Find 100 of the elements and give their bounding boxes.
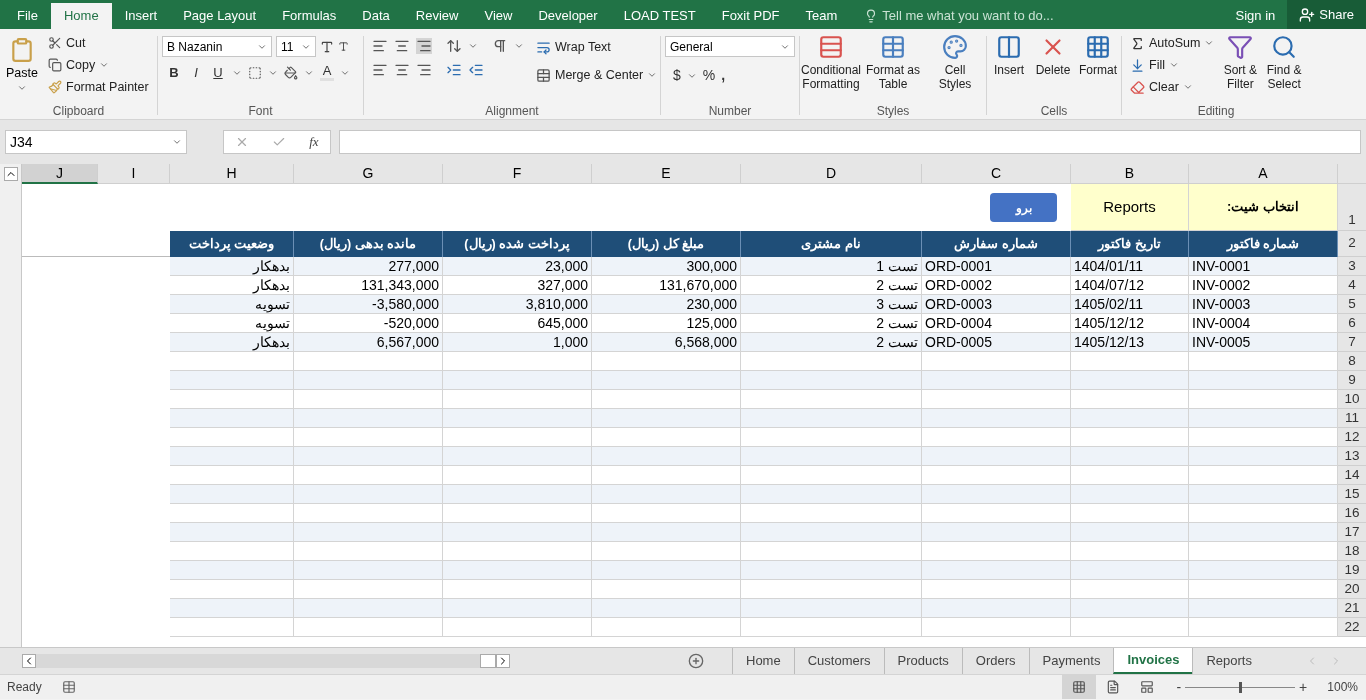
cells-button[interactable]: Insert [987, 32, 1031, 100]
row-header[interactable]: 1 [1338, 184, 1366, 231]
insert-function-button[interactable]: fx [309, 132, 319, 152]
row-header[interactable]: 6 [1338, 314, 1366, 333]
currency-button[interactable]: $ [673, 65, 681, 86]
orientation-icon[interactable] [446, 38, 462, 54]
add-sheet-icon[interactable] [688, 653, 704, 669]
shrink-font-icon[interactable] [338, 41, 349, 52]
zoom-in-button[interactable]: + [1295, 676, 1312, 698]
go-button[interactable]: برو [990, 193, 1057, 222]
column-header[interactable]: G [294, 164, 443, 184]
middle-align-icon[interactable] [394, 38, 410, 54]
zoom-slider[interactable] [1185, 681, 1296, 693]
column-header[interactable]: E [592, 164, 741, 184]
font-color-button[interactable]: A [320, 64, 334, 82]
row-header[interactable]: 18 [1338, 542, 1366, 561]
menu-tab[interactable]: Developer [525, 3, 611, 29]
paste-button[interactable]: Paste [0, 32, 44, 102]
italic-button[interactable]: I [188, 63, 204, 83]
menu-tab[interactable]: Review [402, 3, 472, 29]
clear-button[interactable]: Clear [1126, 76, 1219, 98]
scroll-right-icon[interactable] [496, 654, 510, 668]
row-header[interactable]: 14 [1338, 466, 1366, 485]
row-header[interactable]: 20 [1338, 580, 1366, 599]
row-header[interactable]: 19 [1338, 561, 1366, 580]
top-align-icon[interactable] [372, 38, 388, 54]
page-break-view-icon[interactable] [1140, 680, 1155, 694]
column-header[interactable]: H [170, 164, 294, 184]
row-header[interactable]: 17 [1338, 523, 1366, 542]
row-header[interactable]: 13 [1338, 447, 1366, 466]
menu-tab[interactable]: File [4, 3, 51, 29]
row-header[interactable]: 21 [1338, 599, 1366, 618]
share-button[interactable]: Share [1287, 0, 1366, 29]
autosum-button[interactable]: AutoSum [1126, 32, 1219, 54]
format-painter-button[interactable]: Format Painter [44, 76, 153, 98]
row-header[interactable]: 4 [1338, 276, 1366, 295]
align-right-icon[interactable] [416, 62, 432, 78]
select-all-corner[interactable] [1338, 164, 1366, 184]
sort-filter-button[interactable]: Sort & Filter [1218, 32, 1263, 100]
percent-button[interactable]: % [702, 65, 716, 86]
font-size-field[interactable]: 11 [276, 36, 316, 57]
row-header[interactable]: 2 [1338, 231, 1366, 257]
increase-indent-icon[interactable] [446, 62, 462, 78]
style-button[interactable]: Cell Styles [924, 32, 986, 100]
menu-tab[interactable]: Data [349, 3, 403, 29]
borders-icon[interactable] [248, 65, 262, 80]
column-header[interactable]: D [741, 164, 922, 184]
scroll-left-icon[interactable] [22, 654, 36, 668]
row-header[interactable]: 8 [1338, 352, 1366, 371]
column-header[interactable]: A [1189, 164, 1338, 184]
row-header[interactable]: 22 [1338, 618, 1366, 637]
menu-tab[interactable]: Home [50, 3, 112, 29]
row-header[interactable]: 10 [1338, 390, 1366, 409]
column-header[interactable]: I [98, 164, 170, 184]
fill-button[interactable]: Fill [1126, 54, 1219, 76]
number-format-field[interactable]: General [665, 36, 795, 57]
row-header[interactable]: 5 [1338, 295, 1366, 314]
enter-icon[interactable] [272, 135, 287, 149]
row-header[interactable]: 16 [1338, 504, 1366, 523]
menu-tab[interactable]: LOAD TEST [610, 3, 709, 29]
grow-font-icon[interactable] [320, 39, 334, 54]
merge-center-button[interactable]: Merge & Center [532, 64, 662, 86]
cells-button[interactable]: Delete [1031, 32, 1075, 100]
underline-button[interactable]: U [210, 63, 226, 83]
decrease-indent-icon[interactable] [468, 62, 484, 78]
column-header[interactable]: F [443, 164, 592, 184]
menu-tab[interactable]: Page Layout [170, 3, 270, 29]
menu-tab[interactable]: View [471, 3, 526, 29]
comma-button[interactable]: , [721, 65, 726, 86]
row-header[interactable]: 9 [1338, 371, 1366, 390]
scroll-up-icon[interactable] [3, 167, 18, 181]
sign-in-link[interactable]: Sign in [1223, 3, 1288, 29]
style-button[interactable]: Format as Table [862, 32, 924, 100]
row-header[interactable]: 3 [1338, 257, 1366, 276]
wrap-text-button[interactable]: Wrap Text [532, 36, 662, 58]
find-select-button[interactable]: Find & Select [1262, 32, 1306, 100]
formula-field[interactable] [339, 130, 1361, 154]
menu-tab[interactable]: Team [792, 3, 851, 29]
column-header[interactable]: B [1071, 164, 1189, 184]
align-left-icon[interactable] [372, 62, 388, 78]
horizontal-scrollbar[interactable] [36, 654, 496, 668]
row-header[interactable]: 12 [1338, 428, 1366, 447]
cut-button[interactable]: Cut [44, 32, 153, 54]
font-name-field[interactable]: B Nazanin [162, 36, 272, 57]
sheet-tab[interactable]: Invoices [1113, 648, 1193, 674]
cells-button[interactable]: Format [1074, 32, 1121, 100]
fill-color-icon[interactable] [284, 65, 298, 80]
page-layout-view-icon[interactable] [1106, 680, 1121, 694]
name-box[interactable]: J34 [5, 130, 187, 154]
bold-button[interactable]: B [166, 63, 182, 83]
align-center-icon[interactable] [394, 62, 410, 78]
copy-button[interactable]: Copy [44, 54, 153, 76]
bottom-align-icon[interactable] [416, 38, 432, 54]
row-header[interactable]: 15 [1338, 485, 1366, 504]
menu-tab[interactable]: Foxit PDF [708, 3, 793, 29]
menu-tab[interactable]: Formulas [269, 3, 350, 29]
row-header[interactable]: 7 [1338, 333, 1366, 352]
pilcrow-icon[interactable] [492, 38, 508, 54]
vertical-scrollbar[interactable] [0, 164, 22, 647]
column-header[interactable]: J [22, 164, 98, 184]
